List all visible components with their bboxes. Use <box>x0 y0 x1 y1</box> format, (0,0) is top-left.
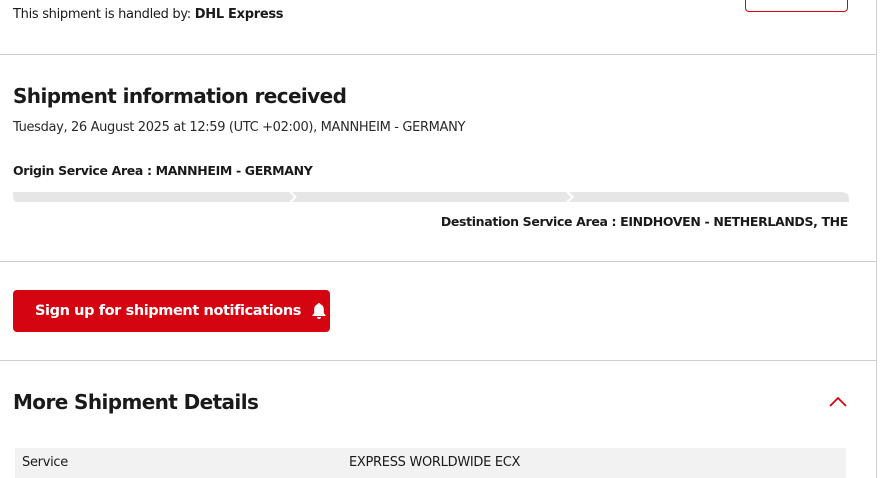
section-divider <box>0 360 877 361</box>
carrier-name: DHL Express <box>194 7 284 22</box>
bell-icon <box>312 303 326 319</box>
progress-segment-2 <box>292 192 571 202</box>
status-title: Shipment information received <box>13 84 347 108</box>
section-divider <box>0 261 877 262</box>
carrier-label: This shipment is handled by: <box>13 7 191 22</box>
destination-service-area: Destination Service Area : EINDHOVEN - N… <box>440 214 848 229</box>
carrier-line: This shipment is handled by: DHL Express <box>13 7 284 22</box>
detail-key: Service <box>22 455 68 470</box>
origin-service-area: Origin Service Area : MANNHEIM - GERMANY <box>13 163 313 178</box>
page-edge-divider <box>876 0 877 478</box>
detail-row-service: Service EXPRESS WORLDWIDE ECX <box>15 448 846 478</box>
chevron-up-icon[interactable] <box>826 392 850 410</box>
status-timestamp: Tuesday, 26 August 2025 at 12:59 (UTC +0… <box>13 120 466 135</box>
shipment-notifications-button[interactable]: Sign up for shipment notifications <box>13 290 330 332</box>
section-divider <box>0 54 877 55</box>
shipment-notifications-label: Sign up for shipment notifications <box>35 303 301 319</box>
detail-value: EXPRESS WORLDWIDE ECX <box>349 455 521 470</box>
top-action-button[interactable] <box>745 0 848 12</box>
more-details-title: More Shipment Details <box>13 390 259 414</box>
progress-segment-1 <box>13 192 294 202</box>
shipment-progress-bar <box>13 192 849 206</box>
progress-segment-3 <box>569 192 849 206</box>
